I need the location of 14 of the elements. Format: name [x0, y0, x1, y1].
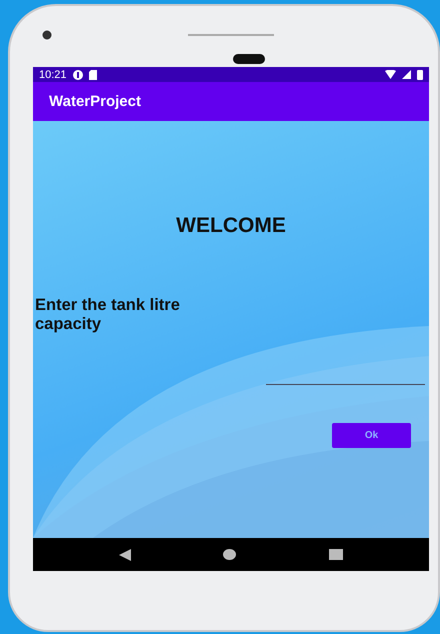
recents-icon[interactable]	[328, 549, 343, 560]
earpiece-icon	[233, 54, 265, 64]
back-icon[interactable]	[119, 548, 132, 560]
status-time: 10:21	[39, 68, 67, 80]
sd-card-icon	[88, 70, 97, 80]
camera-icon	[42, 30, 52, 40]
wifi-icon	[385, 70, 396, 79]
app-title: WaterProject	[49, 93, 141, 110]
battery-icon	[417, 70, 423, 80]
welcome-heading: WELCOME	[175, 214, 287, 238]
ok-button[interactable]: Ok	[332, 423, 411, 448]
capacity-prompt: Enter the tank litre capacity	[35, 296, 181, 334]
home-icon[interactable]	[223, 549, 236, 560]
signal-icon	[402, 70, 411, 79]
